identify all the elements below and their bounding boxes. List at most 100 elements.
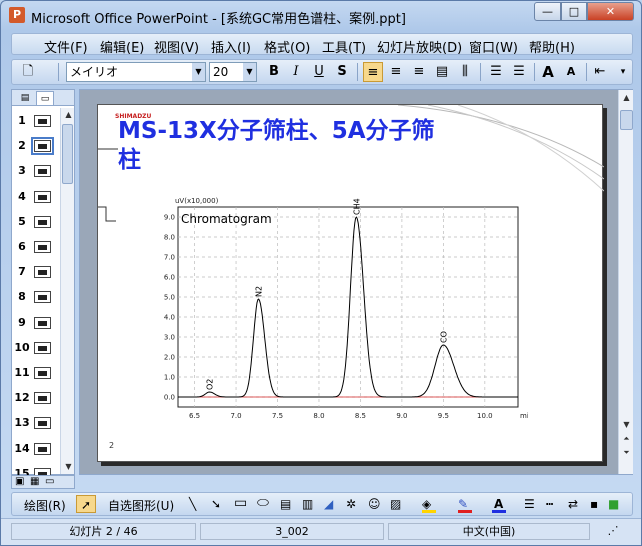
slide-thumbnail[interactable] [34,190,51,203]
slide-number: 2 [18,139,26,153]
clip-art-icon[interactable]: ☺ [368,497,381,511]
slide-title[interactable]: MS-13X分子筛柱、5A分子筛柱 [118,117,448,175]
chevron-down-icon[interactable]: ▼ [192,63,205,81]
oval-icon[interactable]: ⬭ [257,495,269,511]
maximize-button[interactable]: □ [561,2,587,21]
slide-thumbnail[interactable] [34,417,51,430]
menu-window[interactable]: 窗口(W) [469,37,518,56]
3d-style-icon[interactable]: ■ [608,497,619,511]
arrow-style-icon[interactable]: ⇄ [568,497,578,511]
decrease-indent-icon[interactable]: ⇤ [590,62,610,82]
slide-number: 7 [18,265,26,279]
y-tick-label: 1.0 [164,374,175,382]
line-icon[interactable]: ╲ [189,497,196,511]
resize-grip-icon[interactable]: ⋰ [594,523,632,540]
menu-format[interactable]: 格式(O) [264,37,310,56]
slide-thumbnail[interactable] [34,241,51,253]
toolbar-separator [480,63,481,81]
picture-icon[interactable]: ▨ [390,497,401,511]
diagram-icon[interactable]: ✲ [346,497,356,511]
chromatogram-chart[interactable]: 6.5 7.0 7.5 8.0 8.5 9.0 9.5 10.0 0.0 1.0 2.0 3.0 4.0… [138,189,528,434]
slideshow-icon[interactable]: ▭ [45,476,54,487]
previous-slide-icon[interactable]: ⏶ [620,432,633,446]
vertical-text-box-icon[interactable]: ▥ [302,497,313,511]
slide-thumbnail[interactable] [34,215,51,228]
distributed-align-icon[interactable]: ▤ [432,62,452,82]
font-size-select[interactable]: 20 ▼ [209,62,257,82]
slide-thumbnail[interactable] [31,137,54,156]
menu-edit[interactable]: 编辑(E) [100,37,144,56]
scroll-down-icon[interactable]: ▼ [620,418,633,432]
status-design-name[interactable]: 3_002 [200,523,384,540]
menu-insert[interactable]: 插入(I) [211,37,251,56]
draw-menu-button[interactable]: 绘图(R) [24,497,66,514]
bold-button[interactable]: B [264,62,284,82]
underline-button[interactable]: U [309,62,329,82]
slide-thumbnail[interactable] [34,165,51,178]
slide-thumbnail[interactable] [34,291,51,304]
minimize-button[interactable]: — [534,2,561,21]
slides-pane-scrollbar[interactable]: ▲ ▼ [60,108,74,474]
outline-tab-icon[interactable]: ▤ [16,91,34,105]
font-color-button[interactable]: A [494,497,503,511]
chevron-down-icon[interactable]: ▼ [243,63,256,81]
scroll-up-icon[interactable]: ▲ [62,108,75,122]
text-box-icon[interactable]: ▤ [280,497,291,511]
align-center-icon[interactable]: ≡ [386,62,406,82]
slide-thumbnail[interactable] [34,115,51,127]
shrink-font-button[interactable]: A [561,62,581,82]
dash-style-icon[interactable]: ┅ [546,497,553,511]
numbered-list-icon[interactable]: ☰ [486,62,506,82]
scroll-thumb[interactable] [62,124,73,184]
autoshapes-button[interactable]: 自选图形(U) [108,497,174,514]
y-tick-label: 0.0 [164,394,175,402]
slide-vertical-scrollbar[interactable]: ▲ ▼ ⏶ ⏷ [618,90,633,474]
grow-font-button[interactable]: A [538,62,558,82]
menu-slideshow[interactable]: 幻灯片放映(D) [377,37,462,56]
slide-thumbnail[interactable] [34,442,51,455]
font-name-select[interactable]: メイリオ ▼ [66,62,206,82]
peak-label: CH4 [352,198,361,215]
menu-file[interactable]: 文件(F) [44,37,88,56]
slide-thumbnail[interactable] [34,341,51,354]
align-left-icon[interactable]: ≡ [363,62,383,82]
shadow-style-icon[interactable]: ▪ [590,497,598,511]
bullet-list-icon[interactable]: ☰ [509,62,529,82]
slide-canvas[interactable]: SHIMADZU MS-13X分子筛柱、5A分子筛柱 6.5 7.0 7.5 8.0 8… [97,104,604,462]
close-button[interactable]: ✕ [587,2,634,21]
line-style-icon[interactable]: ☰ [524,497,535,511]
menu-view[interactable]: 视图(V) [154,37,199,56]
slide-number: 8 [18,290,26,304]
italic-button[interactable]: I [286,62,306,82]
powerpoint-app-icon[interactable]: P [9,7,25,23]
rectangle-icon[interactable]: ▭ [234,495,247,511]
menu-tools[interactable]: 工具(T) [322,37,366,56]
scroll-down-icon[interactable]: ▼ [62,460,75,474]
vertical-text-icon[interactable]: ⫼ [455,62,475,82]
slides-tab-icon[interactable]: ▭ [36,91,54,105]
shadow-button[interactable]: S [332,62,352,82]
next-slide-icon[interactable]: ⏷ [620,446,633,460]
slide-thumbnail[interactable] [34,316,51,329]
line-color-icon[interactable]: ✎ [458,497,468,511]
menu-help[interactable]: 帮助(H) [529,37,575,56]
toolbar-options-icon[interactable]: ▾ [616,62,630,82]
new-document-icon[interactable]: 🗋 [18,62,38,82]
slide-thumbnail[interactable] [34,266,51,279]
align-right-icon[interactable]: ≡ [409,62,429,82]
fill-color-icon[interactable]: ◈ [422,497,431,511]
slide-number: 14 [14,441,30,455]
toolbar-separator [534,63,535,81]
arrow-icon[interactable]: ➘ [211,497,221,511]
drawing-toolbar: 绘图(R) ▾ ➚ 自选图形(U) ╲ ➘ ▭ ⬭ ▤ ▥ ◢ ✲ ☺ ▨ ◈ … [11,492,633,516]
slide-thumbnail[interactable] [34,367,51,379]
wordart-icon[interactable]: ◢ [324,497,333,511]
scroll-up-icon[interactable]: ▲ [620,91,633,105]
view-buttons: ▣ ▦ ▭ [11,475,75,489]
normal-view-icon[interactable]: ▣ [15,476,24,487]
slide-sorter-icon[interactable]: ▦ [30,476,39,487]
slide-thumbnail[interactable] [34,392,51,405]
y-axis-label: uV(x10,000) [175,197,219,205]
select-objects-icon[interactable]: ➚ [76,495,96,513]
scroll-thumb[interactable] [620,110,633,130]
